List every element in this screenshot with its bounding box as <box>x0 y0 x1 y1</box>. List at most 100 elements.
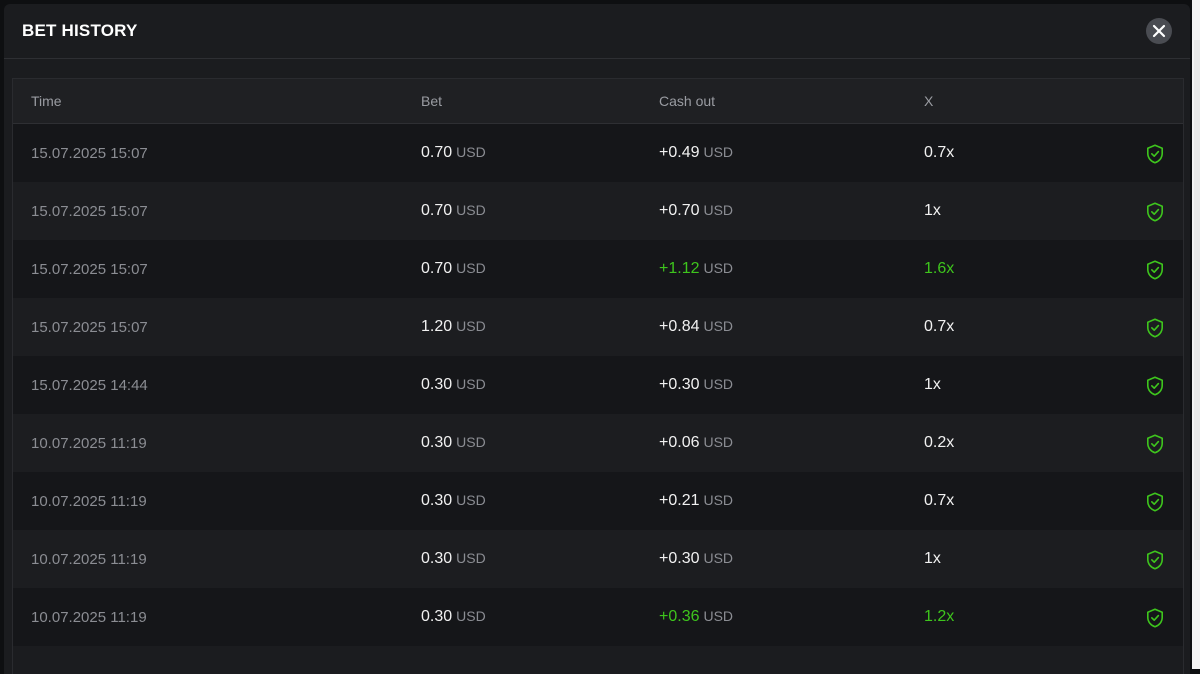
shield-check-icon[interactable] <box>1146 144 1164 164</box>
row-cash-out: +1.12 USD <box>659 260 733 278</box>
table-row[interactable]: 15.07.2025 15:07 1.20 USD +0.84 USD 0.7x <box>13 298 1183 356</box>
row-bet-amount: 1.20 <box>421 318 453 335</box>
header-multiplier: X <box>924 93 934 109</box>
header-cash-out: Cash out <box>659 93 716 109</box>
row-cash-out-amount: +0.70 <box>659 202 700 219</box>
row-cash-out-amount: +0.30 <box>659 376 700 393</box>
row-multiplier: 1x <box>924 376 941 393</box>
row-cash-out-currency: USD <box>703 434 734 450</box>
modal-header: BET HISTORY <box>4 4 1190 59</box>
row-cash-out: +0.84 USD <box>659 318 733 336</box>
row-bet: 0.30 USD <box>421 550 486 568</box>
row-cash-out-amount: +0.49 <box>659 144 700 161</box>
header-bet: Bet <box>421 93 443 109</box>
table-header: Time Bet Cash out X <box>13 79 1183 124</box>
header-time: Time <box>31 93 62 109</box>
table-row[interactable]: 15.07.2025 15:07 0.70 USD +1.12 USD 1.6x <box>13 240 1183 298</box>
row-cash-out-currency: USD <box>703 550 734 566</box>
row-bet-currency: USD <box>456 202 486 218</box>
row-time: 15.07.2025 14:44 <box>31 377 148 394</box>
row-multiplier: 0.7x <box>924 144 955 161</box>
row-bet-currency: USD <box>456 492 486 508</box>
shield-check-icon[interactable] <box>1146 434 1164 454</box>
page-scroll-track[interactable] <box>1192 0 1200 669</box>
row-cash-out: +0.30 USD <box>659 550 733 568</box>
row-bet: 0.70 USD <box>421 144 486 162</box>
row-cash-out-currency: USD <box>703 376 734 392</box>
row-bet-amount: 0.70 <box>421 202 453 219</box>
row-multiplier: 1.6x <box>924 260 955 277</box>
shield-check-icon[interactable] <box>1146 550 1164 570</box>
row-time: 15.07.2025 15:07 <box>31 261 148 278</box>
row-bet-currency: USD <box>456 550 486 566</box>
row-bet: 0.70 USD <box>421 260 486 278</box>
shield-check-icon[interactable] <box>1146 492 1164 512</box>
row-bet: 0.70 USD <box>421 202 486 220</box>
row-bet: 1.20 USD <box>421 318 486 336</box>
row-bet-amount: 0.30 <box>421 376 453 393</box>
row-multiplier: 1x <box>924 202 941 219</box>
row-cash-out-currency: USD <box>703 260 734 276</box>
row-bet-currency: USD <box>456 434 486 450</box>
modal-title: BET HISTORY <box>22 21 138 40</box>
row-cash-out: +0.06 USD <box>659 434 733 452</box>
row-bet-amount: 0.30 <box>421 550 453 567</box>
row-cash-out-currency: USD <box>703 202 734 218</box>
row-cash-out-currency: USD <box>703 608 734 624</box>
row-multiplier: 1.2x <box>924 608 955 625</box>
row-time: 10.07.2025 11:19 <box>31 551 147 568</box>
row-multiplier: 1x <box>924 550 941 567</box>
table-body: 15.07.2025 15:07 0.70 USD +0.49 USD 0.7x 15.07… <box>13 124 1183 646</box>
row-multiplier: 0.2x <box>924 434 955 451</box>
row-cash-out-currency: USD <box>703 318 734 334</box>
bet-history-modal: BET HISTORY Time Bet Cash out X 15.07.20… <box>4 4 1190 674</box>
table-row[interactable]: 10.07.2025 11:19 0.30 USD +0.21 USD 0.7x <box>13 472 1183 530</box>
row-time: 10.07.2025 11:19 <box>31 609 147 626</box>
row-bet-currency: USD <box>456 376 486 392</box>
shield-check-icon[interactable] <box>1146 608 1164 628</box>
row-cash-out-amount: +1.12 <box>659 260 700 277</box>
row-cash-out: +0.30 USD <box>659 376 733 394</box>
row-cash-out-amount: +0.06 <box>659 434 700 451</box>
close-icon <box>1152 24 1166 38</box>
table-row[interactable]: 15.07.2025 15:07 0.70 USD +0.49 USD 0.7x <box>13 124 1183 182</box>
row-cash-out-amount: +0.30 <box>659 550 700 567</box>
row-bet-currency: USD <box>456 608 486 624</box>
row-time: 10.07.2025 11:19 <box>31 435 147 452</box>
table-row[interactable]: 10.07.2025 11:19 0.30 USD +0.30 USD 1x <box>13 530 1183 588</box>
row-bet: 0.30 USD <box>421 492 486 510</box>
shield-check-icon[interactable] <box>1146 260 1164 280</box>
row-multiplier: 0.7x <box>924 318 955 335</box>
row-cash-out: +0.36 USD <box>659 608 733 626</box>
row-bet-amount: 0.30 <box>421 492 453 509</box>
row-time: 15.07.2025 15:07 <box>31 319 148 336</box>
row-time: 15.07.2025 15:07 <box>31 145 148 162</box>
row-time: 10.07.2025 11:19 <box>31 493 147 510</box>
row-bet: 0.30 USD <box>421 376 486 394</box>
table-row[interactable]: 10.07.2025 11:19 0.30 USD +0.36 USD 1.2x <box>13 588 1183 646</box>
row-bet-amount: 0.30 <box>421 434 453 451</box>
row-bet-amount: 0.70 <box>421 144 453 161</box>
row-bet-amount: 0.70 <box>421 260 453 277</box>
table-row[interactable]: 15.07.2025 14:44 0.30 USD +0.30 USD 1x <box>13 356 1183 414</box>
row-cash-out: +0.21 USD <box>659 492 733 510</box>
shield-check-icon[interactable] <box>1146 318 1164 338</box>
row-bet: 0.30 USD <box>421 434 486 452</box>
shield-check-icon[interactable] <box>1146 202 1164 222</box>
close-button[interactable] <box>1146 18 1172 44</box>
row-cash-out: +0.49 USD <box>659 144 733 162</box>
row-cash-out-currency: USD <box>703 492 734 508</box>
row-bet-currency: USD <box>456 260 486 276</box>
row-time: 15.07.2025 15:07 <box>31 203 148 220</box>
table-row[interactable]: 10.07.2025 11:19 0.30 USD +0.06 USD 0.2x <box>13 414 1183 472</box>
row-multiplier: 0.7x <box>924 492 955 509</box>
table-row[interactable]: 15.07.2025 15:07 0.70 USD +0.70 USD 1x <box>13 182 1183 240</box>
page-scrollbar-thumb[interactable] <box>1194 40 1200 560</box>
row-bet-amount: 0.30 <box>421 608 453 625</box>
row-cash-out-amount: +0.84 <box>659 318 700 335</box>
row-bet: 0.30 USD <box>421 608 486 626</box>
row-bet-currency: USD <box>456 144 486 160</box>
row-cash-out-amount: +0.21 <box>659 492 700 509</box>
shield-check-icon[interactable] <box>1146 376 1164 396</box>
row-cash-out-amount: +0.36 <box>659 608 700 625</box>
